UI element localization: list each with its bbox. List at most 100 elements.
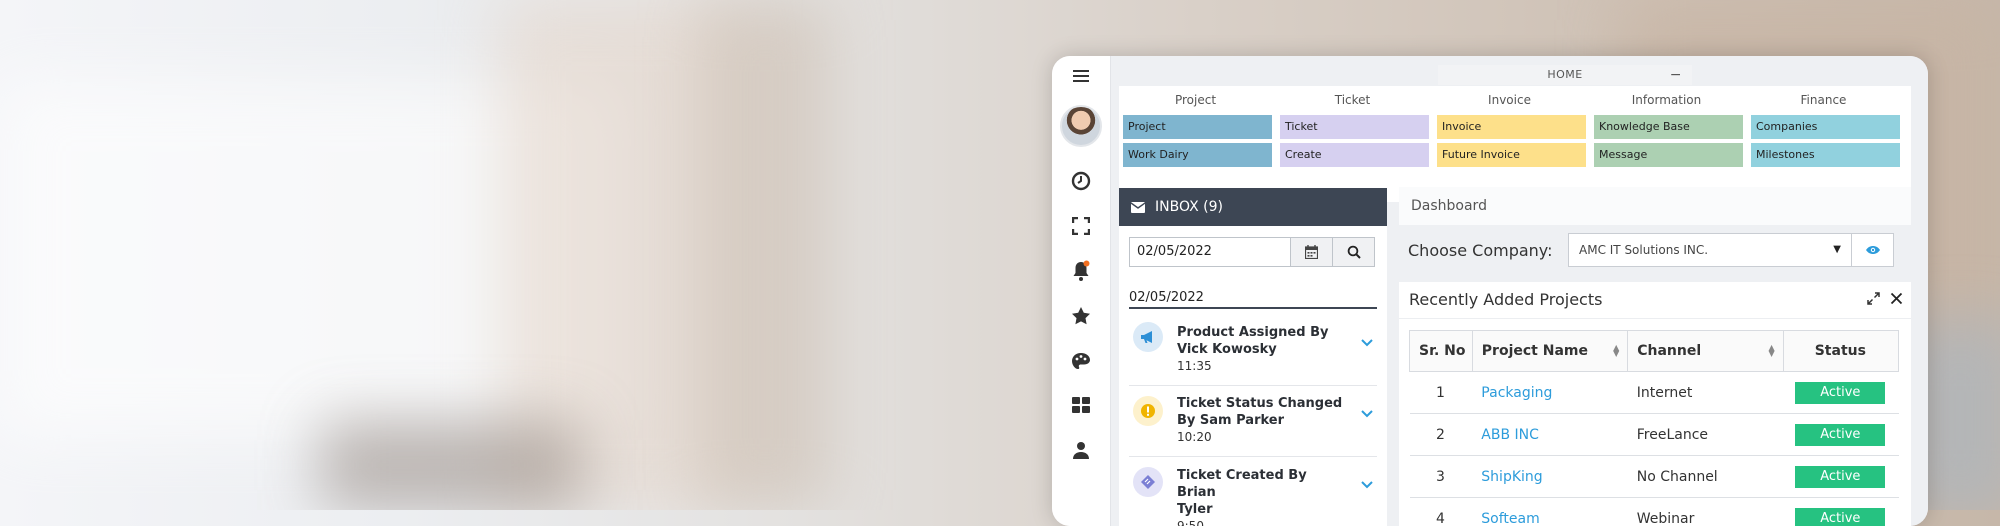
shortcut-heading: Invoice [1433,89,1586,111]
chevron-down-icon[interactable] [1361,332,1373,351]
company-label: Choose Company: [1408,241,1568,260]
company-chooser: Choose Company: AMC IT Solutions INC. ▼ [1399,230,1911,270]
inbox-message[interactable]: Product Assigned By Vick Kowosky 11:35 [1129,318,1377,386]
shortcut-column-project: Project Project Work Dairy [1119,86,1272,167]
shortcut-ticket[interactable]: Ticket [1280,115,1429,139]
ticket-icon [1133,467,1163,497]
megaphone-icon [1133,322,1163,352]
shortcut-companies[interactable]: Companies [1751,115,1900,139]
sort-icon: ▲▼ [1769,345,1775,357]
company-select[interactable]: AMC IT Solutions INC. ▼ [1568,233,1852,267]
envelope-icon [1131,202,1145,213]
status-badge: Active [1795,382,1885,404]
cell-sno: 4 [1410,498,1473,526]
shortcut-future-invoice[interactable]: Future Invoice [1437,143,1586,167]
message-line: By Sam Parker [1177,412,1347,429]
close-icon[interactable] [1890,282,1903,318]
message-time: 11:35 [1177,358,1347,375]
status-badge: Active [1795,466,1885,488]
inbox-date-heading: 02/05/2022 [1129,290,1377,309]
app-window: HOME − Project Project Work Dairy Ticket… [1052,56,1928,526]
star-icon[interactable] [1052,301,1110,331]
bell-icon[interactable] [1052,256,1110,286]
shortcut-heading: Information [1590,89,1743,111]
shortcut-heading: Ticket [1276,89,1429,111]
date-filter: 02/05/2022 [1129,237,1377,269]
shortcut-column-information: Information Knowledge Base Message [1590,86,1743,167]
avatar[interactable] [1052,105,1110,147]
alert-icon [1133,396,1163,426]
home-tab[interactable]: HOME − [1438,65,1692,85]
column-header[interactable]: Sr. No [1410,331,1473,372]
shortcut-column-ticket: Ticket Ticket Create [1276,86,1429,167]
message-line: Vick Kowosky [1177,341,1347,358]
shortcut-create[interactable]: Create [1280,143,1429,167]
eye-icon [1865,245,1881,255]
shortcut-work-dairy[interactable]: Work Dairy [1123,143,1272,167]
sidebar [1052,56,1111,526]
projects-table: Sr. No Project Name▲▼ Channel▲▼ Status 1… [1409,330,1899,526]
expand-icon[interactable] [1867,282,1880,318]
menu-icon[interactable] [1052,61,1110,91]
inbox-title: INBOX (9) [1155,188,1223,226]
inbox-message[interactable]: Ticket Status Changed By Sam Parker 10:2… [1129,386,1377,457]
table-row[interactable]: 2 ABB INC FreeLance Active [1410,414,1899,456]
status-badge: Active [1795,424,1885,446]
message-line: Product Assigned By [1177,324,1347,341]
table-row[interactable]: 4 Softeam Webinar Active [1410,498,1899,526]
search-button[interactable] [1332,237,1375,267]
inbox-header[interactable]: INBOX (9) [1119,188,1387,226]
cell-sno: 2 [1410,414,1473,456]
home-tab-label: HOME [1547,68,1582,81]
column-header[interactable]: Channel▲▼ [1628,331,1783,372]
chevron-down-icon[interactable] [1361,474,1373,493]
shortcut-panel: Project Project Work Dairy Ticket Ticket… [1119,86,1911,202]
message-line: Ticket Status Changed [1177,395,1347,412]
project-link[interactable]: ABB INC [1472,414,1627,456]
chevron-down-icon[interactable] [1361,403,1373,422]
project-link[interactable]: Softeam [1472,498,1627,526]
shortcut-knowledge-base[interactable]: Knowledge Base [1594,115,1743,139]
inbox-message[interactable]: Ticket Created By Brian Tyler 9:50 [1129,457,1377,526]
shortcut-column-finance: Finance Companies Milestones [1747,86,1900,167]
inbox-panel: INBOX (9) 02/05/2022 02/05/2022 Product … [1119,188,1387,526]
shortcut-message[interactable]: Message [1594,143,1743,167]
shortcut-column-invoice: Invoice Invoice Future Invoice [1433,86,1586,167]
table-header-row: Sr. No Project Name▲▼ Channel▲▼ Status [1410,331,1899,372]
view-company-button[interactable] [1852,233,1894,267]
user-icon[interactable] [1052,435,1110,465]
collapse-icon[interactable]: − [1670,65,1682,85]
shortcut-heading: Finance [1747,89,1900,111]
date-input[interactable]: 02/05/2022 [1129,237,1291,267]
clock-icon[interactable] [1052,166,1110,196]
shortcut-project[interactable]: Project [1123,115,1272,139]
column-header[interactable]: Status [1783,331,1898,372]
message-time: 10:20 [1177,429,1347,446]
palette-icon[interactable] [1052,346,1110,376]
dashboard-title: Dashboard [1399,187,1911,225]
company-select-value: AMC IT Solutions INC. [1579,243,1708,257]
calendar-button[interactable] [1290,237,1333,267]
cell-channel: FreeLance [1628,414,1783,456]
cell-channel: No Channel [1628,456,1783,498]
table-row[interactable]: 3 ShipKing No Channel Active [1410,456,1899,498]
cell-sno: 3 [1410,456,1473,498]
search-icon [1347,245,1361,259]
table-row[interactable]: 1 Packaging Internet Active [1410,372,1899,414]
project-link[interactable]: ShipKing [1472,456,1627,498]
calendar-icon [1305,245,1318,259]
message-line: Ticket Created By Brian [1177,467,1347,501]
cell-channel: Webinar [1628,498,1783,526]
fullscreen-icon[interactable] [1052,211,1110,241]
project-link[interactable]: Packaging [1472,372,1627,414]
message-time: 9:50 [1177,518,1347,526]
main-content: HOME − Project Project Work Dairy Ticket… [1111,56,1928,526]
panel-title: Recently Added Projects [1409,290,1602,309]
shortcut-milestones[interactable]: Milestones [1751,143,1900,167]
grid-icon[interactable] [1052,390,1110,420]
status-badge: Active [1795,508,1885,526]
shortcut-invoice[interactable]: Invoice [1437,115,1586,139]
column-header[interactable]: Project Name▲▼ [1472,331,1627,372]
sort-icon: ▲▼ [1613,345,1619,357]
caret-down-icon: ▼ [1833,234,1841,266]
